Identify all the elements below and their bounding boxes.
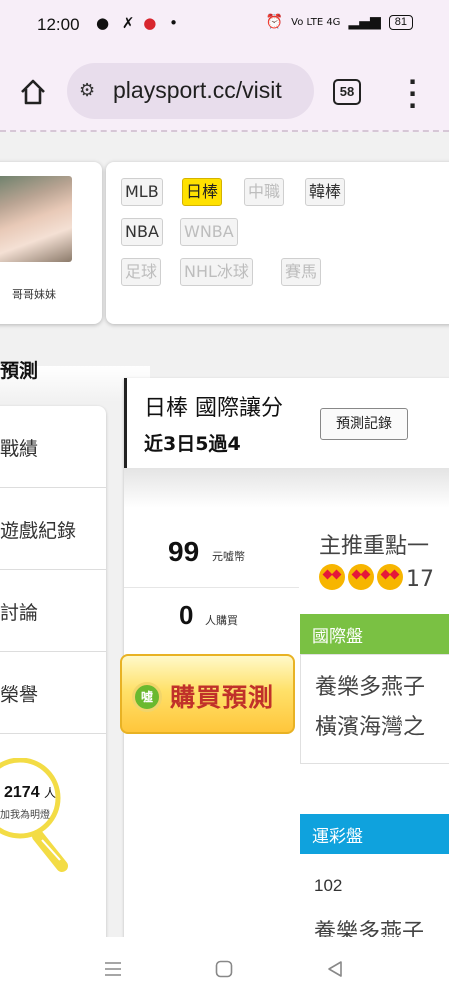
side-menu-item-game-log[interactable]: 遊戲紀錄 [0,488,106,570]
intl-team-1: 養樂多燕子 [315,675,426,700]
tag-wnba[interactable]: WNBA [180,218,238,246]
signal-icon: ▂▄▆ [348,14,381,30]
lightbulb-count: 2174 人 [4,784,56,802]
battery-icon: 81 [388,14,413,30]
app-notification-icon: ✗ [121,14,135,32]
url-text[interactable]: playsport.cc/visit [113,77,282,104]
tag-nhl[interactable]: NHL冰球 [180,258,253,286]
more-notifications-icon: • [169,14,182,32]
pick-title: 主推重點一 [319,534,430,559]
side-menu-item-honor[interactable]: 榮譽 [0,652,106,734]
system-icons: ⏰ Vo LTE 4G ▂▄▆ 81 [266,14,413,30]
prediction-history-button[interactable]: 預測記錄 [320,408,408,440]
profile-name: 哥哥妹妹 [12,288,56,301]
tag-nba[interactable]: NBA [121,218,163,246]
system-nav-bar [0,937,449,1000]
profile-card[interactable]: 哥哥妹妹 [0,162,102,324]
lottery-odds-header: 運彩盤 [300,814,449,854]
section-title: 預測 [0,360,39,382]
star-eyes-icon [319,564,345,590]
status-bar: 12:00 ● ✗ ● • ⏰ Vo LTE 4G ▂▄▆ 81 [0,0,449,52]
browser-toolbar: ⚙ playsport.cc/visit 58 · · · [0,52,449,132]
prediction-record: 近3日5過4 [144,433,241,455]
side-menu-item-record[interactable]: 戰績 [0,406,106,488]
site-settings-icon[interactable]: ⚙ [79,80,95,101]
page-content: 哥哥妹妹 MLB 日棒 中職 韓棒 NBA WNBA 足球 NHL冰球 賽馬 預… [0,134,449,937]
star-eyes-icon [348,564,374,590]
tab-switcher-button[interactable]: 58 [333,79,361,105]
home-icon[interactable] [215,960,233,978]
avatar[interactable] [0,176,72,262]
prediction-header: 日棒 國際讓分 近3日5過4 預測記錄 [124,378,449,468]
price-value: 99 [168,536,200,567]
lightbulb-icon[interactable] [0,758,100,888]
intl-team-2: 橫濱海灣之 [315,715,426,740]
red-app-notification-icon: ● [143,14,161,32]
chat-notification-icon: ● [96,14,114,32]
notification-icons: ● ✗ ● • [96,14,182,32]
tag-mlb[interactable]: MLB [121,178,163,206]
lightbulb-count-unit: 人 [44,786,57,800]
recent-apps-icon[interactable] [103,961,123,977]
pick-rating: 17 [319,564,434,592]
tag-soccer[interactable]: 足球 [121,258,162,286]
tag-kbo[interactable]: 韓棒 [305,178,346,206]
header-divider [124,468,449,508]
alarm-icon: ⏰ [265,14,284,30]
lightbulb-count-number: 2174 [4,784,40,801]
coin-icon: 噓 [132,682,162,712]
lottery-odds-label: 運彩盤 [312,827,363,847]
home-icon[interactable] [18,77,48,107]
tag-npb[interactable]: 日棒 [182,178,223,206]
lightbulb-caption: 加我為明燈 [0,810,50,821]
status-time: 12:00 [37,15,80,34]
pick-count: 17 [406,567,434,592]
back-icon[interactable] [326,960,344,978]
volte-label: Vo LTE 4G [291,16,341,28]
buy-prediction-button[interactable]: 噓 購買預測 [120,654,295,734]
international-odds-label: 國際盤 [312,627,363,647]
address-bar[interactable]: ⚙ playsport.cc/visit [67,63,314,119]
tag-horse[interactable]: 賽馬 [281,258,322,286]
lottery-team: 養樂多燕子 [314,920,425,937]
more-menu-icon[interactable]: · · · [408,70,417,118]
side-menu-item-discussion[interactable]: 討論 [0,570,106,652]
international-odds-header: 國際盤 [300,614,449,654]
international-odds-box: 養樂多燕子 橫濱海灣之 [300,654,449,764]
price-unit: 元噓幣 [212,550,245,563]
star-eyes-icon [377,564,403,590]
buy-prediction-label: 購買預測 [170,683,275,712]
price-block: 99 元噓幣 [124,508,299,588]
lottery-game-number: 102 [314,876,343,895]
league-tag-panel: MLB 日棒 中職 韓棒 NBA WNBA 足球 NHL冰球 賽馬 [106,162,449,324]
prediction-league: 日棒 國際讓分 [144,396,283,421]
tag-cpbl[interactable]: 中職 [244,178,285,206]
lottery-odds-box: 102 養樂多燕子 [300,854,449,937]
buyer-unit: 人購買 [205,614,238,627]
buyer-count: 0 [179,600,194,630]
